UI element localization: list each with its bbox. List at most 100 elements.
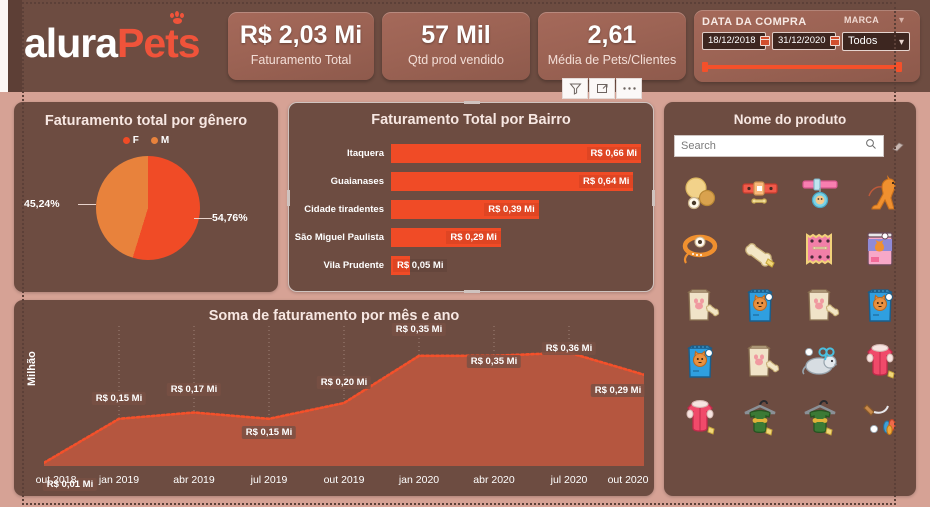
- pie-leader-line-f: [194, 218, 212, 219]
- bar[interactable]: R$ 0,66 Mi: [391, 143, 641, 163]
- brand-name-light: alura: [24, 20, 118, 66]
- header-left-strip: [0, 0, 22, 92]
- bar-value-label: R$ 0,29 Mi: [446, 230, 501, 244]
- neighborhood-revenue-card[interactable]: Faturamento Total por Bairro Itaquera R$ …: [287, 101, 655, 293]
- calendar-icon[interactable]: [829, 36, 840, 46]
- slider-handle-end[interactable]: [896, 62, 902, 72]
- bar-track: R$ 0,39 Mi: [391, 199, 653, 219]
- date-start-input[interactable]: 18/12/2018: [702, 32, 770, 50]
- filter-panel: DATA DA COMPRA MARCA ▾ 18/12/2018 31/12/…: [694, 10, 920, 82]
- bar-row[interactable]: São Miguel Paulista R$ 0,29 Mi: [293, 223, 653, 251]
- product-pet-sweater-green-hanger[interactable]: [732, 391, 788, 443]
- product-cat-food-can[interactable]: [852, 223, 908, 275]
- header-band: aluraPets R$ 2,03 Mi Faturamento Total 5…: [0, 0, 930, 92]
- product-treat-bag-pink[interactable]: [792, 223, 848, 275]
- x-axis-tick: out 2020: [607, 474, 649, 486]
- bar-row[interactable]: Vila Prudente R$ 0,05 Mi: [293, 251, 653, 279]
- date-end-value: 31/12/2020: [778, 35, 826, 46]
- date-end-input[interactable]: 31/12/2020: [772, 32, 840, 50]
- pie-slice-label-f: 54,76%: [212, 212, 248, 224]
- bar-category-label: São Miguel Paulista: [294, 231, 384, 243]
- kpi-label: Qtd prod vendido: [408, 53, 504, 67]
- chevron-down-icon[interactable]: ▾: [899, 15, 904, 26]
- legend-item-m[interactable]: M: [150, 135, 169, 146]
- search-icon[interactable]: [865, 137, 877, 155]
- bar-row[interactable]: Itaquera R$ 0,66 Mi: [293, 139, 653, 167]
- product-bone-treat[interactable]: [732, 223, 788, 275]
- kpi-card-revenue: R$ 2,03 Mi Faturamento Total: [228, 12, 374, 80]
- product-slicer-card: Nome do produto Search: [664, 102, 916, 496]
- product-ball-toys[interactable]: [672, 167, 728, 219]
- bar-row[interactable]: Cidade tiradentes R$ 0,39 Mi: [293, 195, 653, 223]
- product-collar-orange[interactable]: [672, 223, 728, 275]
- focus-mode-icon[interactable]: [589, 78, 615, 99]
- kpi-label: Faturamento Total: [250, 53, 352, 67]
- product-collar-red-bone[interactable]: [732, 167, 788, 219]
- date-range-slider[interactable]: [702, 62, 902, 72]
- x-axis-tick: out 2019: [323, 474, 365, 486]
- line-point-label: R$ 0,15 Mi: [241, 425, 297, 439]
- product-food-bag-cream-paw[interactable]: [792, 279, 848, 331]
- x-axis-tick: jul 2020: [550, 474, 588, 486]
- date-filter-title: DATA DA COMPRA: [702, 16, 807, 28]
- area-fill: [44, 352, 644, 466]
- product-food-bag-blue-cat[interactable]: [672, 335, 728, 387]
- bar-category-label: Vila Prudente: [323, 259, 384, 271]
- bar[interactable]: R$ 0,39 Mi: [391, 199, 539, 219]
- kpi-card-products-sold: 57 Mil Qtd prod vendido: [382, 12, 530, 80]
- product-search-row: Search: [664, 127, 916, 157]
- product-collar-pink-tag[interactable]: [792, 167, 848, 219]
- bar-value-label: R$ 0,05 Mi: [393, 258, 448, 272]
- legend-item-f[interactable]: F: [122, 135, 139, 146]
- line-point-label: R$ 0,36 Mi: [541, 341, 597, 355]
- pie-slice-label-m: 45,24%: [24, 198, 60, 210]
- bar[interactable]: R$ 0,64 Mi: [391, 171, 634, 191]
- x-axis-tick: jan 2019: [98, 474, 140, 486]
- filter-icon[interactable]: [562, 78, 588, 99]
- bar-chart: Itaquera R$ 0,66 Mi Guaianases R$ 0,64 Mi Ci…: [289, 139, 653, 279]
- dashboard-page: aluraPets R$ 2,03 Mi Faturamento Total 5…: [0, 0, 930, 507]
- brand-select[interactable]: Todos ▾: [842, 32, 910, 51]
- search-input[interactable]: Search: [674, 135, 884, 157]
- product-food-bag-blue-cat[interactable]: [732, 279, 788, 331]
- product-food-bag-blue-cat[interactable]: [852, 279, 908, 331]
- bar-track: R$ 0,66 Mi: [391, 143, 653, 163]
- bar[interactable]: R$ 0,05 Mi: [391, 255, 448, 275]
- slider-track: [702, 65, 902, 69]
- selection-handle-top[interactable]: [464, 101, 480, 104]
- product-pet-sweater-green-hanger[interactable]: [792, 391, 848, 443]
- product-pet-jacket-pink[interactable]: [672, 391, 728, 443]
- product-dog-on-leash[interactable]: [852, 167, 908, 219]
- calendar-icon[interactable]: [759, 36, 770, 46]
- selection-handle-bottom[interactable]: [464, 290, 480, 293]
- kpi-value: 2,61: [587, 21, 637, 49]
- kpi-card-pets-per-client: 2,61 Média de Pets/Clientes: [538, 12, 686, 80]
- bar[interactable]: R$ 0,29 Mi: [391, 227, 501, 247]
- brand-name-accent: Pets: [117, 11, 201, 66]
- bar-value-label: R$ 0,66 Mi: [586, 146, 641, 160]
- bar-value-label: R$ 0,64 Mi: [578, 174, 634, 188]
- line-chart-xaxis: out 2018 jan 2019 abr 2019 jul 2019 out 2019…: [36, 474, 649, 488]
- brand-logo: aluraPets: [24, 11, 201, 66]
- kpi-value: R$ 2,03 Mi: [239, 21, 363, 49]
- product-pet-jacket-pink[interactable]: [852, 335, 908, 387]
- pie-plot-area: 45,24% 54,76%: [14, 154, 278, 269]
- line-point-label: R$ 0,35 Mi: [391, 322, 447, 336]
- bar-row[interactable]: Guaianases R$ 0,64 Mi: [293, 167, 653, 195]
- product-toy-mouse[interactable]: [792, 335, 848, 387]
- eraser-icon[interactable]: [890, 139, 906, 153]
- bar-value-label: R$ 0,39 Mi: [484, 202, 539, 216]
- gender-revenue-card: Faturamento total por gênero F M 45,24% …: [14, 102, 278, 292]
- line-chart-plot[interactable]: R$ 0,01 Mi R$ 0,15 Mi R$ 0,17 Mi R$ 0,15 Mi…: [42, 322, 646, 491]
- chevron-down-icon: ▾: [898, 37, 904, 48]
- product-grid: [664, 157, 916, 443]
- more-options-icon[interactable]: [616, 78, 642, 99]
- line-point-label: R$ 0,29 Mi: [590, 383, 646, 397]
- product-food-bag-cream-paw[interactable]: [732, 335, 788, 387]
- pie-chart[interactable]: [96, 156, 200, 260]
- product-feather-wand-toy[interactable]: [852, 391, 908, 443]
- product-food-bag-cream-paw[interactable]: [672, 279, 728, 331]
- slider-handle-start[interactable]: [702, 62, 708, 72]
- x-axis-tick: jan 2020: [398, 474, 440, 486]
- selection-handle-left[interactable]: [287, 190, 290, 206]
